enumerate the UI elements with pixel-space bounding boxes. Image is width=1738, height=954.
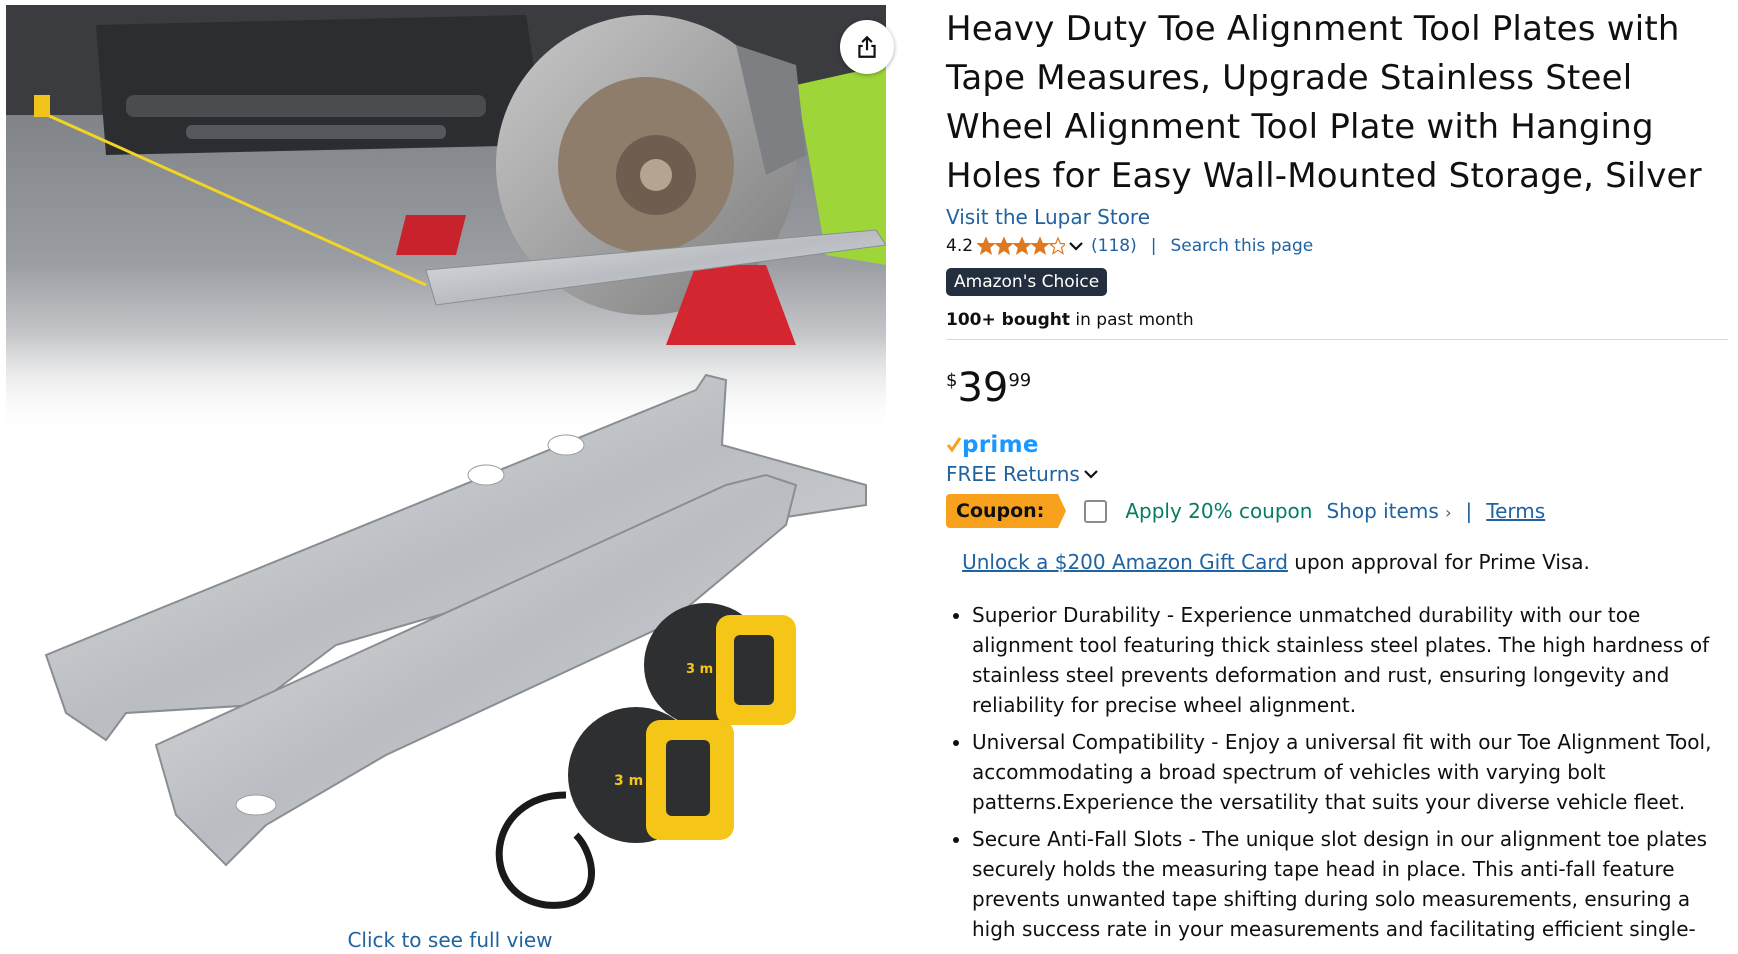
svg-text:3 m: 3 m	[686, 662, 713, 677]
feature-bullet: Secure Anti-Fall Slots - The unique slot…	[972, 824, 1728, 954]
prime-badge[interactable]: prime	[946, 432, 1728, 458]
product-photo: 3 m 3 m	[6, 5, 886, 909]
section-divider	[946, 339, 1728, 340]
shop-items-label: Shop items	[1326, 499, 1439, 523]
shop-items-link[interactable]: Shop items ›	[1326, 499, 1451, 523]
amazons-choice-badge[interactable]: Amazon's Choice	[946, 268, 1108, 296]
main-product-image[interactable]: 3 m 3 m	[6, 5, 886, 925]
feature-bullets: Superior Durability - Experience unmatch…	[946, 600, 1728, 954]
apply-coupon-label[interactable]: Apply 20% coupon	[1125, 499, 1312, 523]
coupon-separator: |	[1465, 499, 1473, 523]
prime-check-icon	[946, 437, 962, 453]
stars-icon	[977, 237, 1066, 255]
feature-bullet: Universal Compatibility - Enjoy a univer…	[972, 727, 1728, 817]
prime-label: prime	[962, 432, 1039, 458]
rating-separator: |	[1150, 236, 1157, 256]
search-this-page-link[interactable]: Search this page	[1171, 236, 1314, 256]
feature-bullet: Superior Durability - Experience unmatch…	[972, 600, 1728, 720]
shop-items-arrow-icon: ›	[1445, 503, 1452, 522]
bought-count: 100+ bought in past month	[946, 310, 1728, 330]
bought-count-rest: in past month	[1070, 310, 1194, 330]
price-fraction: 99	[1008, 370, 1032, 391]
image-gallery: 3 m 3 m Click to see full view	[0, 0, 900, 954]
rating-row: 4.2 (118) | Search this page	[946, 236, 1728, 256]
coupon-tag: Coupon:	[946, 494, 1067, 528]
gift-card-link[interactable]: Unlock a $200 Amazon Gift Card	[962, 550, 1288, 574]
product-details: Heavy Duty Toe Alignment Tool Plates wit…	[946, 0, 1728, 954]
badge-amazon-text: Amazon's	[954, 272, 1037, 292]
star-rating[interactable]	[977, 237, 1066, 255]
price-symbol: $	[946, 370, 958, 391]
badge-choice-text: Choice	[1036, 272, 1100, 292]
gift-card-offer: Unlock a $200 Amazon Gift Card upon appr…	[946, 550, 1606, 574]
price: $ 39 99	[946, 366, 1728, 410]
free-returns-label: FREE Returns	[946, 462, 1080, 486]
rating-value: 4.2	[946, 236, 974, 256]
coupon-row: Coupon: Apply 20% coupon Shop items › | …	[946, 494, 1728, 528]
free-returns[interactable]: FREE Returns	[946, 462, 1728, 486]
bought-count-bold: 100+ bought	[946, 310, 1070, 330]
returns-chevron-down-icon	[1084, 470, 1098, 479]
rating-chevron-down-icon[interactable]	[1067, 237, 1085, 255]
full-view-link[interactable]: Click to see full view	[0, 928, 900, 952]
coupon-terms-link[interactable]: Terms	[1486, 499, 1545, 523]
share-icon	[858, 35, 876, 58]
gift-card-text: upon approval for Prime Visa.	[1287, 550, 1590, 574]
share-button[interactable]	[840, 20, 894, 74]
rating-count-link[interactable]: (118)	[1091, 236, 1137, 256]
store-link[interactable]: Visit the Lupar Store	[946, 205, 1728, 229]
product-title: Heavy Duty Toe Alignment Tool Plates wit…	[946, 9, 1702, 196]
svg-text:3 m: 3 m	[614, 773, 643, 789]
coupon-checkbox[interactable]	[1084, 499, 1108, 523]
price-whole: 39	[957, 365, 1009, 411]
